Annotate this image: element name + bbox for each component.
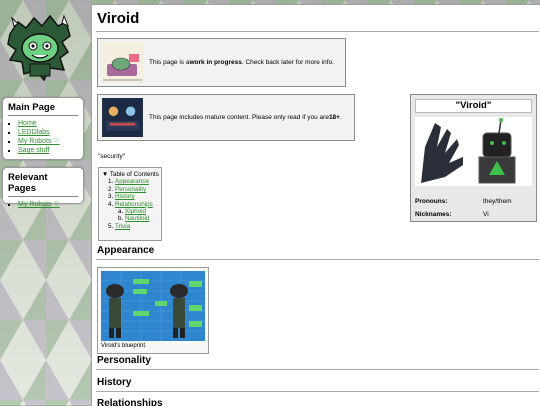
- nav-link-sage-stuff[interactable]: Sage stuff: [18, 147, 49, 154]
- nav-item-leddlabs: LEDDlabs: [18, 128, 83, 137]
- infobox-value: Vi: [483, 211, 489, 218]
- toc-item: Appearance: [115, 178, 161, 185]
- toc-link-xiphoid[interactable]: Xiphoid: [125, 208, 146, 215]
- content-area: Viroid This page is a work in progress .…: [91, 4, 540, 406]
- toc-title: Table of Contents: [109, 171, 159, 178]
- section-heading-appearance: Appearance: [97, 245, 155, 256]
- nav-link-my-robots[interactable]: My Robots ♡: [18, 138, 60, 145]
- character-portrait-icon: [415, 117, 532, 186]
- toc-subitem: Nautiloid: [125, 215, 161, 222]
- section-divider: [96, 391, 539, 392]
- wip-notice-text: This page is a work in progress . Check …: [149, 39, 334, 86]
- mature-notice-text: This page includes mature content. Pleas…: [149, 95, 342, 140]
- toc-sublist: Xiphoid Nautiloid: [115, 208, 161, 223]
- triangle-down-icon: ▼: [102, 171, 109, 178]
- nav-item-my-robots: My Robots ♡: [18, 137, 83, 146]
- portlet-heading: Main Page: [8, 102, 78, 116]
- thumbnail-caption: Viroid's blueprint: [101, 343, 146, 349]
- robot-logo-icon: [7, 14, 71, 82]
- mature-notice: This page includes mature content. Pleas…: [97, 94, 355, 141]
- toc-list: Appearance Personality History Relations…: [102, 178, 161, 230]
- notice-emphasis: work in progress: [189, 59, 242, 66]
- toc-link-relationships[interactable]: Relationships: [115, 201, 153, 208]
- toc-subitem: Xiphoid: [125, 208, 161, 215]
- portlet-heading: Relevant Pages: [8, 172, 78, 197]
- main-page-list: Home LEDDlabs My Robots ♡ Sage stuff: [8, 119, 83, 155]
- wip-notice: This page is a work in progress . Check …: [97, 38, 346, 87]
- sidebar: Main Page Home LEDDlabs My Robots ♡ Sage…: [0, 0, 92, 405]
- notice-emphasis: 18+: [328, 114, 340, 121]
- character-infobox: "Viroid" Pronouns: they/them Nicknames: …: [410, 94, 537, 222]
- nav-item-sage-stuff: Sage stuff: [18, 146, 83, 155]
- section-divider: [96, 369, 539, 370]
- toc-item: Trivia: [115, 223, 161, 230]
- blueprint-thumbnail[interactable]: Viroid's blueprint: [97, 267, 209, 354]
- nav-link-my-robots[interactable]: My Robots ♡: [18, 201, 60, 208]
- toc-item: Relationships Xiphoid Nautiloid: [115, 201, 161, 223]
- notice-text: This page includes mature content. Pleas…: [149, 114, 329, 121]
- notice-text: . Check back later for more info.: [241, 59, 334, 66]
- toc-link-trivia[interactable]: Trivia: [115, 223, 130, 230]
- infobox-key: Nicknames:: [415, 211, 452, 218]
- sleeping-robot-icon: [101, 42, 144, 83]
- toc-item: History: [115, 193, 161, 200]
- relevant-pages-portlet: Relevant Pages My Robots ♡: [2, 167, 84, 208]
- main-page-portlet: Main Page Home LEDDlabs My Robots ♡ Sage…: [2, 97, 84, 160]
- nav-link-leddlabs[interactable]: LEDDlabs: [18, 129, 50, 136]
- mature-warning-image-icon: [102, 98, 143, 137]
- security-label: "security": [98, 153, 126, 160]
- notice-text: .: [339, 114, 342, 121]
- notice-text: This page is a: [149, 59, 190, 66]
- table-of-contents: ▼ Table of Contents Appearance Personali…: [98, 167, 162, 241]
- toc-link-nautiloid[interactable]: Nautiloid: [125, 215, 150, 222]
- relevant-pages-list: My Robots ♡: [8, 200, 83, 209]
- infobox-key: Pronouns:: [415, 198, 448, 205]
- infobox-value: they/them: [483, 198, 512, 205]
- nav-item-home: Home: [18, 119, 83, 128]
- toc-item: Personality: [115, 186, 161, 193]
- title-divider: [96, 31, 539, 32]
- section-heading-personality: Personality: [97, 355, 151, 366]
- section-divider: [96, 259, 539, 260]
- blueprint-image-icon: [101, 271, 205, 341]
- toc-link-history[interactable]: History: [115, 193, 135, 200]
- site-logo[interactable]: [4, 8, 76, 86]
- toc-link-personality[interactable]: Personality: [115, 186, 146, 193]
- toc-header[interactable]: ▼ Table of Contents: [102, 171, 161, 178]
- section-heading-history: History: [97, 377, 132, 388]
- page-title: Viroid: [97, 10, 140, 27]
- infobox-title: "Viroid": [415, 99, 532, 113]
- nav-link-home[interactable]: Home: [18, 120, 37, 127]
- nav-item-my-robots: My Robots ♡: [18, 200, 83, 209]
- toc-link-appearance[interactable]: Appearance: [115, 178, 149, 185]
